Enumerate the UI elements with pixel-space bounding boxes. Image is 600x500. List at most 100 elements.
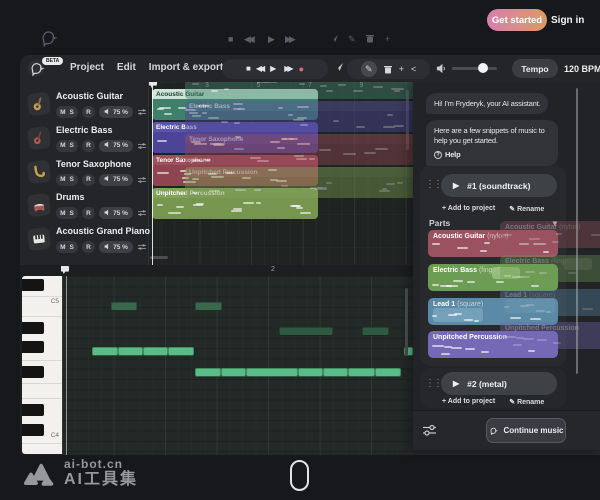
track-row[interactable]: Electric BassMSR75 % bbox=[20, 125, 148, 157]
generation-settings-icon[interactable] bbox=[422, 424, 437, 436]
arrangement-playhead[interactable] bbox=[152, 86, 153, 265]
track-settings-icon[interactable] bbox=[138, 204, 146, 222]
piano-note[interactable] bbox=[348, 368, 375, 377]
piano-keys[interactable]: C5 C4 bbox=[22, 276, 62, 454]
record-arm-button[interactable]: R bbox=[82, 241, 95, 253]
piano-roll-vscrollbar[interactable] bbox=[405, 288, 408, 356]
black-key[interactable] bbox=[22, 279, 44, 291]
snippet2-play-button[interactable]: ▶ #2 (metal) bbox=[441, 372, 557, 395]
piano-note[interactable] bbox=[323, 368, 348, 377]
snippet1-add-to-project[interactable]: + Add to project bbox=[442, 205, 495, 213]
record-arm-button[interactable]: R bbox=[82, 207, 95, 219]
track-volume-pill[interactable]: 75 % bbox=[99, 207, 133, 219]
record-arm-button[interactable]: R bbox=[82, 140, 95, 152]
piano-note[interactable] bbox=[111, 302, 137, 311]
mute-solo-buttons[interactable]: MS bbox=[56, 174, 78, 186]
delete-tool-button[interactable] bbox=[384, 65, 392, 74]
track-volume-pill[interactable]: 75 % bbox=[99, 174, 133, 186]
assistant-scrollbar[interactable] bbox=[576, 88, 578, 374]
playhead-marker-icon[interactable] bbox=[148, 82, 158, 89]
piano-note[interactable] bbox=[92, 347, 118, 356]
track-row[interactable]: Tenor SaxophoneMSR75 % bbox=[20, 159, 148, 191]
record-arm-button[interactable]: R bbox=[82, 106, 95, 118]
piano-note[interactable] bbox=[118, 347, 143, 356]
snippet1-play-button[interactable]: ▶ #1 (soundtrack) bbox=[441, 174, 557, 197]
mute-button[interactable]: M bbox=[60, 109, 65, 116]
tempo-button[interactable]: Tempo bbox=[512, 59, 558, 78]
track-row[interactable]: Acoustic GuitarMSR75 % bbox=[20, 91, 148, 123]
rewind-button[interactable]: ◀◀ bbox=[256, 65, 262, 73]
track-volume-pill[interactable]: 75 % bbox=[99, 241, 133, 253]
mute-button[interactable]: M bbox=[60, 210, 65, 217]
clip-drag-ghost-tenor-saxophone[interactable]: Tenor Saxophone bbox=[185, 134, 413, 165]
add-tool-button[interactable]: + bbox=[399, 64, 404, 74]
snippet2-add-to-project[interactable]: + Add to project bbox=[442, 398, 495, 406]
playhead-marker-icon[interactable] bbox=[60, 265, 70, 275]
mute-button[interactable]: M bbox=[60, 176, 65, 183]
snippet1-rename[interactable]: ✎ Rename bbox=[509, 205, 544, 213]
piano-note[interactable] bbox=[221, 368, 246, 377]
mute-solo-buttons[interactable]: MS bbox=[56, 140, 78, 152]
piano-note[interactable] bbox=[279, 327, 333, 336]
share-tool-button[interactable]: < bbox=[411, 64, 416, 74]
snippet2-rename[interactable]: ✎ Rename bbox=[509, 398, 544, 406]
black-key[interactable] bbox=[22, 341, 44, 353]
piano-note[interactable] bbox=[168, 347, 194, 356]
stop-button[interactable]: ■ bbox=[246, 65, 248, 73]
part-card-electric-bass[interactable]: Electric Bass (finger) bbox=[428, 264, 558, 291]
piano-note[interactable] bbox=[143, 347, 168, 356]
piano-note[interactable] bbox=[246, 368, 298, 377]
record-arm-button[interactable]: R bbox=[82, 174, 95, 186]
menu-project[interactable]: Project bbox=[70, 62, 104, 73]
track-settings-icon[interactable] bbox=[138, 137, 146, 155]
mute-solo-buttons[interactable]: MS bbox=[56, 241, 78, 253]
menu-edit[interactable]: Edit bbox=[117, 62, 136, 73]
track-volume-pill[interactable]: 75 % bbox=[99, 140, 133, 152]
piano-roll-playhead[interactable] bbox=[66, 276, 67, 455]
black-key[interactable] bbox=[22, 404, 44, 416]
track-row[interactable]: Acoustic Grand PianoMSR75 % bbox=[20, 226, 148, 258]
continue-music-button[interactable]: Continue music bbox=[486, 418, 566, 443]
sign-in-button[interactable]: Sign in bbox=[551, 15, 584, 26]
piano-roll-grid[interactable] bbox=[62, 276, 413, 455]
piano-roll-ruler[interactable]: 2 bbox=[20, 265, 413, 276]
mute-button[interactable]: M bbox=[60, 244, 65, 251]
track-volume-pill[interactable]: 75 % bbox=[99, 106, 133, 118]
solo-button[interactable]: S bbox=[70, 210, 74, 217]
tempo-value[interactable]: 120 BPM bbox=[564, 64, 600, 74]
track-settings-icon[interactable] bbox=[138, 238, 146, 256]
piano-note[interactable] bbox=[298, 368, 323, 377]
mute-solo-buttons[interactable]: MS bbox=[56, 207, 78, 219]
clip-drag-ghost-unpitched-percussion[interactable]: Unpitched Percussion bbox=[185, 167, 413, 198]
pointer-tool-icon[interactable] bbox=[334, 62, 344, 72]
clip-drag-ghost-acoustic-guitar[interactable]: Acoustic Guitar bbox=[185, 82, 413, 99]
black-key[interactable] bbox=[22, 424, 44, 436]
help-link[interactable]: ? Help bbox=[434, 150, 550, 160]
part-card-unpitched-percussion[interactable]: Unpitched Percussion bbox=[428, 331, 558, 358]
black-key[interactable] bbox=[22, 366, 44, 378]
speaker-icon[interactable] bbox=[436, 63, 447, 74]
track-settings-icon[interactable] bbox=[138, 171, 146, 189]
mute-solo-buttons[interactable]: MS bbox=[56, 106, 78, 118]
piano-note[interactable] bbox=[362, 327, 389, 336]
track-row[interactable]: DrumsMSR75 % bbox=[20, 192, 148, 224]
part-card-lead-1[interactable]: Lead 1 (square) bbox=[428, 298, 558, 325]
solo-button[interactable]: S bbox=[70, 109, 74, 116]
track-settings-icon[interactable] bbox=[138, 103, 146, 121]
solo-button[interactable]: S bbox=[70, 176, 74, 183]
solo-button[interactable]: S bbox=[70, 142, 74, 149]
solo-button[interactable]: S bbox=[70, 244, 74, 251]
record-button[interactable]: ● bbox=[299, 65, 304, 74]
piano-note[interactable] bbox=[195, 302, 222, 311]
master-volume-slider[interactable] bbox=[452, 67, 497, 70]
fast-forward-button[interactable]: ▶▶ bbox=[284, 65, 290, 73]
arrangement-view[interactable]: 3579 Acoustic GuitarElectric BassTenor S… bbox=[148, 82, 413, 265]
clip-drag-ghost-electric-bass[interactable]: Electric Bass bbox=[185, 101, 413, 132]
play-button[interactable]: ▶ bbox=[270, 65, 276, 73]
mute-button[interactable]: M bbox=[60, 142, 65, 149]
master-volume-knob[interactable] bbox=[478, 63, 488, 73]
piano-note[interactable] bbox=[375, 368, 401, 377]
piano-roll[interactable]: 2 C5 C4 bbox=[20, 265, 413, 455]
parts-section-toggle[interactable]: Parts ▾ bbox=[429, 218, 557, 229]
black-key[interactable] bbox=[22, 322, 44, 334]
